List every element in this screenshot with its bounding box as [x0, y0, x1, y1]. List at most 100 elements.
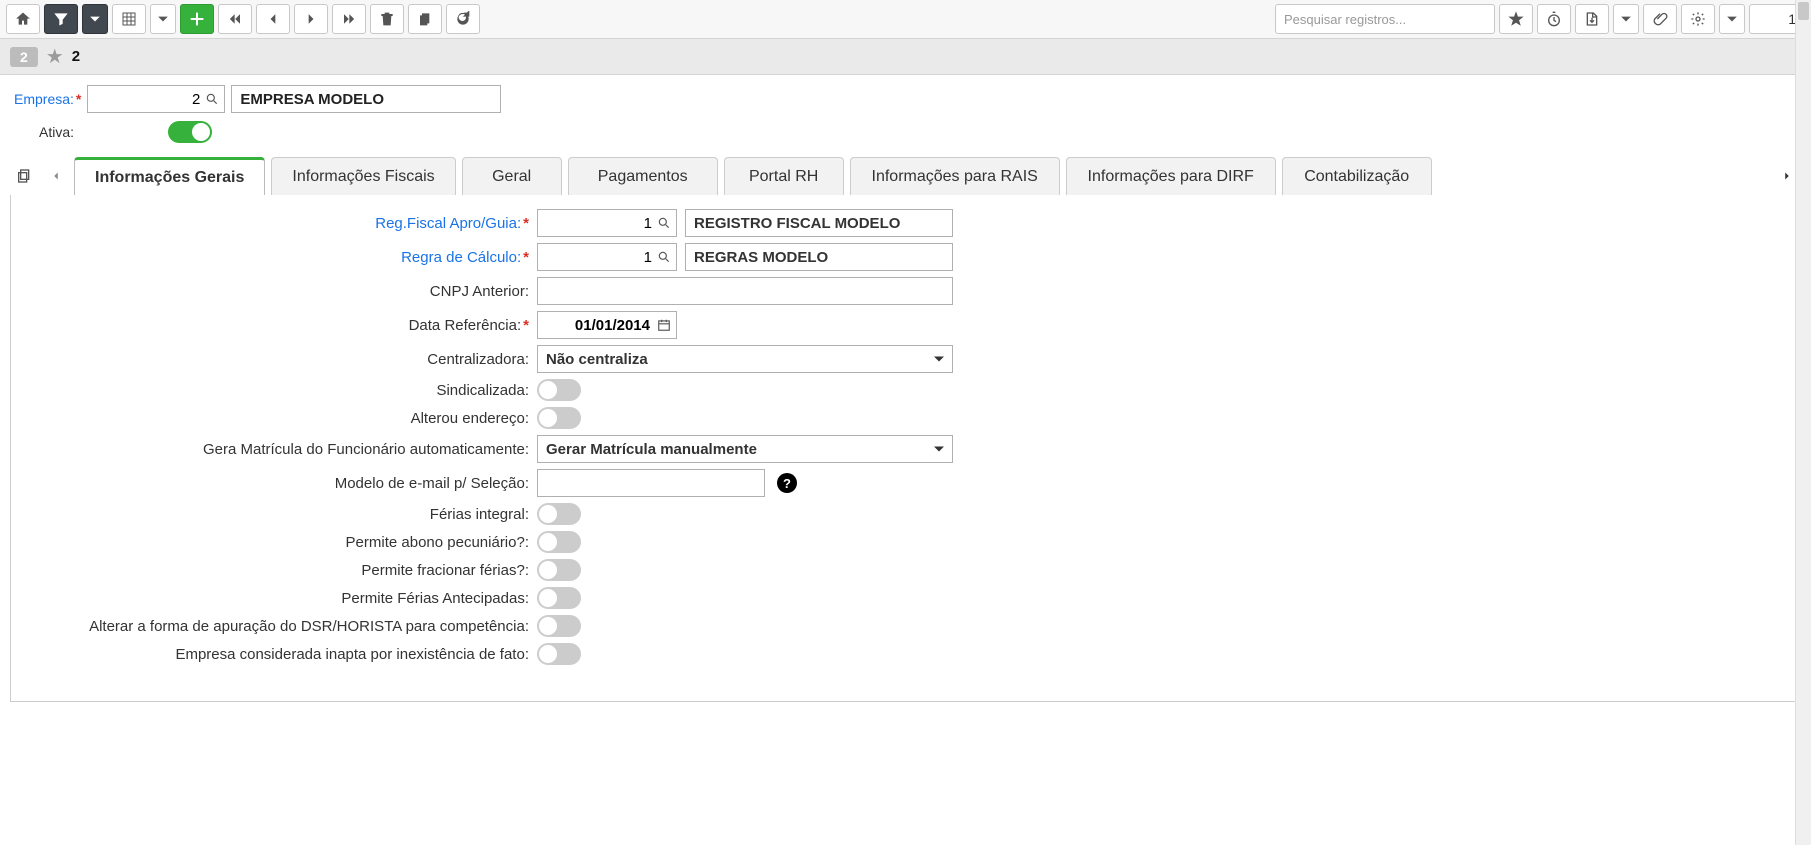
attachment-button[interactable] [1643, 4, 1677, 34]
alterar-dsr-label: Alterar a forma de apuração do DSR/HORIS… [29, 618, 529, 635]
ferias-integral-toggle[interactable] [537, 503, 581, 525]
record-bar: 2 ★ 2 [0, 39, 1811, 75]
cnpj-anterior-label: CNPJ Anterior: [29, 283, 529, 300]
regra-calc-label: Regra de Cálculo:* [29, 249, 529, 266]
alterou-endereco-label: Alterou endereço: [29, 410, 529, 427]
centralizadora-select[interactable]: Não centraliza [537, 345, 953, 373]
permite-abono-toggle[interactable] [537, 531, 581, 553]
permite-antecipadas-toggle[interactable] [537, 587, 581, 609]
modelo-email-input[interactable] [537, 469, 765, 497]
home-button[interactable] [6, 4, 40, 34]
settings-dropdown[interactable] [1719, 4, 1745, 34]
search-field [1275, 4, 1495, 34]
tab-geral[interactable]: Geral [462, 157, 562, 195]
centralizadora-value: Não centraliza [546, 351, 648, 368]
chevron-left-icon [49, 169, 63, 183]
filter-button[interactable] [44, 4, 78, 34]
tab-informacoes-dirf[interactable]: Informações para DIRF [1066, 157, 1276, 195]
caret-down-icon [934, 447, 944, 452]
caret-down-icon [1724, 11, 1740, 27]
modelo-email-label: Modelo de e-mail p/ Seleção: [29, 475, 529, 492]
ferias-integral-label: Férias integral: [29, 506, 529, 523]
sindicalizada-label: Sindicalizada: [29, 382, 529, 399]
scrollbar-thumb[interactable] [1798, 2, 1809, 20]
double-chevron-right-icon [341, 11, 357, 27]
caret-down-icon [934, 357, 944, 362]
grid-button[interactable] [112, 4, 146, 34]
permite-fracionar-label: Permite fracionar férias?: [29, 562, 529, 579]
data-ref-label: Data Referência:* [29, 317, 529, 334]
reg-fiscal-code-input[interactable] [537, 209, 677, 237]
tab-portal-rh[interactable]: Portal RH [724, 157, 844, 195]
data-ref-input[interactable] [537, 311, 677, 339]
empresa-inapta-toggle[interactable] [537, 643, 581, 665]
help-icon[interactable]: ? [777, 473, 797, 493]
permite-fracionar-toggle[interactable] [537, 559, 581, 581]
first-button[interactable] [218, 4, 252, 34]
vertical-scrollbar[interactable] [1795, 0, 1811, 845]
timer-button[interactable] [1537, 4, 1571, 34]
duplicate-tab-button[interactable] [10, 162, 38, 190]
permite-abono-label: Permite abono pecuniário?: [29, 534, 529, 551]
empresa-name-display: EMPRESA MODELO [231, 85, 501, 113]
delete-button[interactable] [370, 4, 404, 34]
plus-icon [189, 11, 205, 27]
empresa-label: Empresa:* [14, 91, 81, 107]
sindicalizada-toggle[interactable] [537, 379, 581, 401]
settings-button[interactable] [1681, 4, 1715, 34]
refresh-icon [455, 11, 471, 27]
gera-matricula-select[interactable]: Gerar Matrícula manualmente [537, 435, 953, 463]
cnpj-anterior-input[interactable] [537, 277, 953, 305]
home-icon [15, 11, 31, 27]
export-dropdown[interactable] [1613, 4, 1639, 34]
stopwatch-icon [1546, 11, 1562, 27]
favorite-toggle[interactable]: ★ [46, 47, 64, 67]
tabs-scroll-left[interactable] [42, 162, 70, 190]
record-badge: 2 [10, 47, 38, 67]
caret-down-icon [87, 11, 103, 27]
grid-icon [121, 11, 137, 27]
empresa-code-input[interactable] [87, 85, 225, 113]
record-id: 2 [72, 48, 80, 65]
prev-button[interactable] [256, 4, 290, 34]
caret-down-icon [1618, 11, 1634, 27]
caret-down-icon [155, 11, 171, 27]
export-button[interactable] [1575, 4, 1609, 34]
filter-dropdown[interactable] [82, 4, 108, 34]
copy-button[interactable] [408, 4, 442, 34]
details-panel: Reg.Fiscal Apro/Guia:* REGISTRO FISCAL M… [10, 195, 1801, 702]
tab-informacoes-fiscais[interactable]: Informações Fiscais [271, 157, 455, 195]
centralizadora-label: Centralizadora: [29, 351, 529, 368]
alterou-endereco-toggle[interactable] [537, 407, 581, 429]
search-icon [1473, 11, 1489, 27]
tab-informacoes-gerais[interactable]: Informações Gerais [74, 157, 265, 195]
gera-matricula-value: Gerar Matrícula manualmente [546, 441, 757, 458]
tab-contabilizacao[interactable]: Contabilização [1282, 157, 1432, 195]
refresh-button[interactable] [446, 4, 480, 34]
copy-icon [417, 11, 433, 27]
last-button[interactable] [332, 4, 366, 34]
favorites-button[interactable] [1499, 4, 1533, 34]
main-toolbar: 1 [0, 0, 1811, 39]
double-chevron-left-icon [227, 11, 243, 27]
tab-pagamentos[interactable]: Pagamentos [568, 157, 718, 195]
tabs-list: Informações Gerais Informações Fiscais G… [74, 157, 1769, 195]
chevron-right-icon [1780, 169, 1794, 183]
next-button[interactable] [294, 4, 328, 34]
add-button[interactable] [180, 4, 214, 34]
reg-fiscal-label: Reg.Fiscal Apro/Guia:* [29, 215, 529, 232]
empresa-inapta-label: Empresa considerada inapta por inexistên… [29, 646, 529, 663]
copy-icon [16, 168, 32, 184]
ativa-toggle[interactable] [168, 121, 212, 143]
alterar-dsr-toggle[interactable] [537, 615, 581, 637]
regra-calc-code-input[interactable] [537, 243, 677, 271]
search-input[interactable] [1275, 4, 1495, 34]
calendar-icon [657, 318, 671, 332]
header-form: Empresa:* EMPRESA MODELO Ativa: [0, 75, 1811, 157]
paperclip-icon [1652, 11, 1668, 27]
tab-informacoes-rais[interactable]: Informações para RAIS [850, 157, 1060, 195]
funnel-icon [53, 11, 69, 27]
ativa-label: Ativa: [14, 124, 74, 140]
grid-dropdown[interactable] [150, 4, 176, 34]
chevron-left-icon [265, 11, 281, 27]
